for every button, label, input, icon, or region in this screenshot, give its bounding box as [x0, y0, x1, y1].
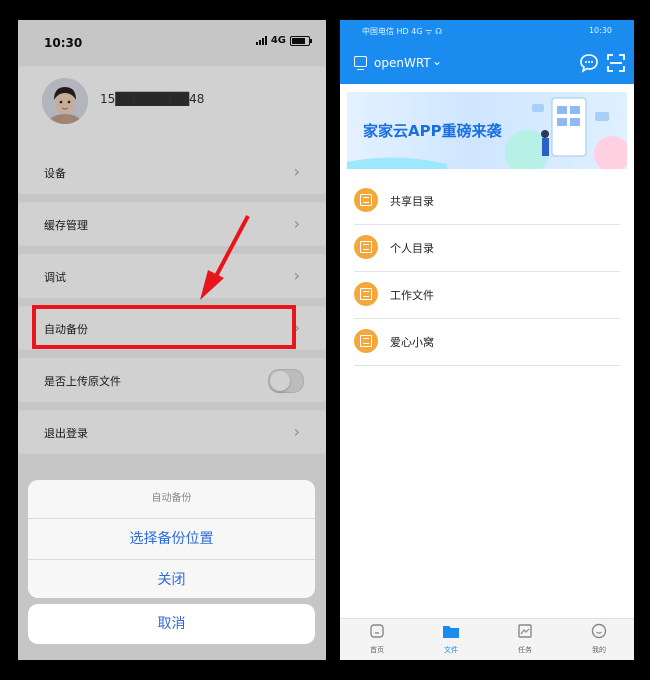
select-backup-location-button[interactable]: 选择备份位置	[28, 519, 315, 560]
task-icon	[518, 624, 532, 638]
tab-home[interactable]: 首页	[340, 623, 414, 655]
action-sheet: 自动备份 选择备份位置 关闭	[28, 480, 315, 598]
annotation-arrow-icon	[200, 215, 250, 300]
tab-label: 任务	[518, 646, 532, 654]
left-phone-screen: 10:30 4G 15████████48 设备 › 缓存管理 › 调试 › 自…	[18, 20, 326, 660]
carrier-info: 中国电信 HD 4G ᯤ ☊	[362, 27, 443, 36]
folder-item-shared[interactable]: 共享目录	[354, 178, 620, 225]
close-backup-button[interactable]: 关闭	[28, 560, 315, 598]
folder-list-icon	[354, 188, 378, 212]
profile-icon	[591, 623, 607, 639]
folder-label: 工作文件	[390, 289, 434, 302]
chat-icon[interactable]	[579, 53, 599, 73]
tab-tasks[interactable]: 任务	[488, 623, 562, 655]
folder-label: 爱心小窝	[390, 336, 434, 349]
tab-profile[interactable]: 我的	[562, 623, 634, 655]
tab-files[interactable]: 文件	[414, 623, 488, 655]
action-sheet-title: 自动备份	[28, 480, 315, 519]
folder-item-personal[interactable]: 个人目录	[354, 225, 620, 272]
home-icon	[370, 624, 384, 638]
folder-item-love-nest[interactable]: 爱心小窝	[354, 319, 620, 366]
app-header: 中国电信 HD 4G ᯤ ☊ 10:30 openWRT ⌄	[340, 20, 634, 84]
cancel-button[interactable]: 取消	[28, 604, 315, 644]
bottom-tabbar: 首页 文件 任务 我的	[340, 618, 634, 660]
tab-label: 首页	[370, 646, 384, 654]
folder-item-work[interactable]: 工作文件	[354, 272, 620, 319]
status-bar: 中国电信 HD 4G ᯤ ☊ 10:30	[340, 20, 634, 42]
right-phone-screen: 中国电信 HD 4G ᯤ ☊ 10:30 openWRT ⌄ 家家云APP重磅来…	[340, 20, 634, 660]
chevron-down-icon[interactable]: ⌄	[432, 54, 442, 68]
folder-label: 个人目录	[390, 242, 434, 255]
device-title[interactable]: openWRT	[374, 56, 431, 70]
status-time: 10:30	[588, 26, 612, 35]
folder-label: 共享目录	[390, 195, 434, 208]
tab-label: 文件	[444, 646, 458, 654]
folder-list-icon	[354, 329, 378, 353]
promo-banner[interactable]: 家家云APP重磅来袭	[347, 92, 627, 169]
folder-list-icon	[354, 235, 378, 259]
scan-icon[interactable]	[606, 53, 626, 73]
device-icon	[354, 56, 367, 70]
folder-icon	[443, 626, 459, 638]
folder-list-icon	[354, 282, 378, 306]
banner-text: 家家云APP重磅来袭	[363, 122, 502, 140]
tab-label: 我的	[592, 646, 606, 654]
